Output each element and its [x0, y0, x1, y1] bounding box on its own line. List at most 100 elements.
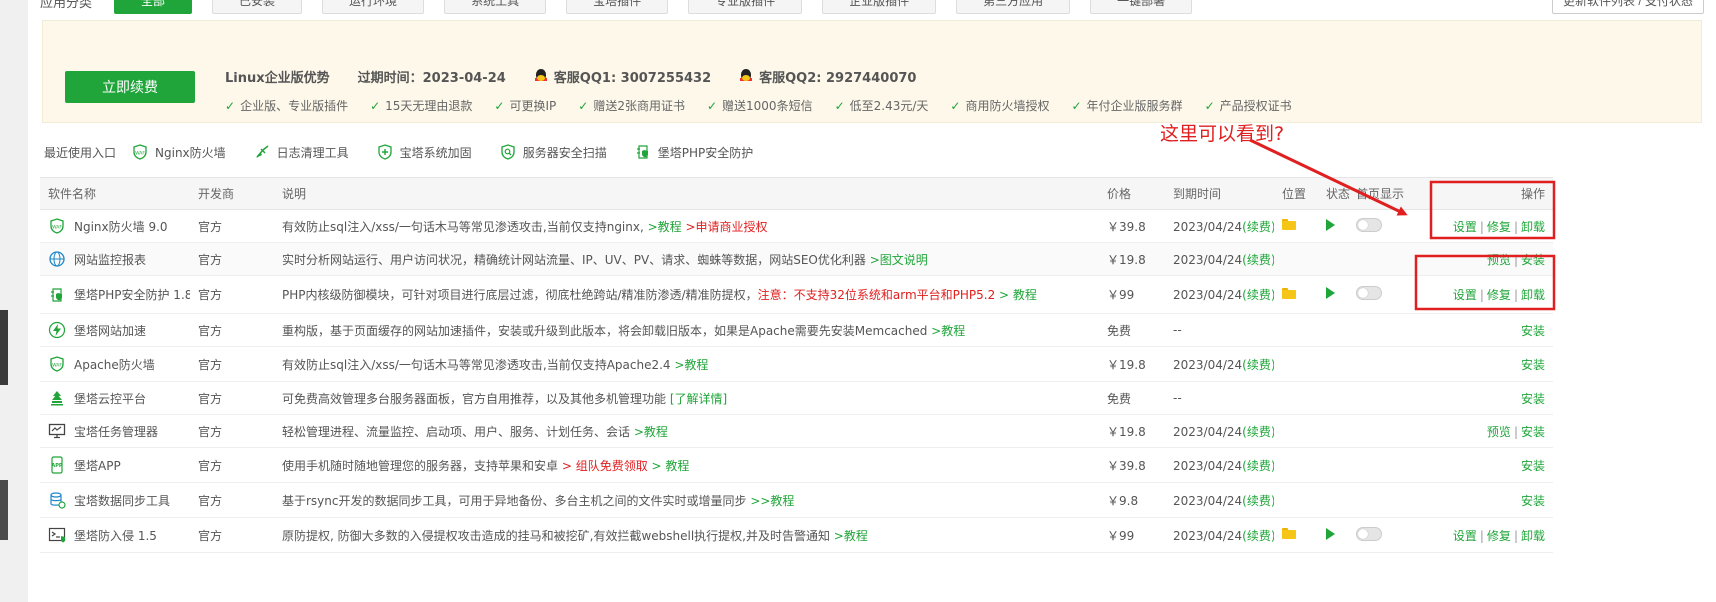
header-expire[interactable]: 到期时间 [1165, 177, 1274, 210]
cell-status [1318, 313, 1348, 347]
header-ops: 操作 [1423, 177, 1553, 210]
cell-dev: 官方 [190, 517, 274, 553]
op-link[interactable]: 修复 [1487, 529, 1511, 543]
desc-tutorial-link[interactable]: > 教程 [648, 459, 690, 473]
cell-dev: 官方 [190, 209, 274, 243]
home-display-toggle[interactable] [1356, 217, 1382, 232]
category-btn-2[interactable]: 运行环境 [322, 0, 425, 14]
renew-link[interactable]: (续费) [1242, 494, 1274, 508]
op-link[interactable]: 修复 [1487, 220, 1511, 234]
desc-link[interactable]: >>教程 [747, 494, 794, 508]
qq-penguin-icon [534, 69, 548, 84]
desc-warning[interactable]: > 组队免费领取 [558, 459, 648, 473]
desc-link[interactable]: >教程 [644, 220, 682, 234]
play-icon[interactable] [1326, 218, 1335, 231]
folder-icon[interactable] [1282, 287, 1296, 299]
recent-item-4[interactable]: 堡塔PHP安全防护 [635, 144, 753, 161]
op-link[interactable]: 预览 [1487, 425, 1511, 439]
category-btn-7[interactable]: 第三方应用 [956, 0, 1071, 14]
table-row: APP 堡塔APP 官方 使用手机随时随地管理您的服务器，支持苹果和安卓 > 组队免费… [40, 447, 1553, 483]
desc-text: 有效防止sql注入/xss/一句话木马等常见渗透攻击,当前仅支持Apache2.… [282, 357, 671, 372]
promo-feature: ✓ 赠送1000条短信 [707, 97, 813, 114]
header-price[interactable]: 价格 [1099, 177, 1165, 210]
recent-item-1[interactable]: 日志清理工具 [254, 144, 349, 161]
op-link[interactable]: 修复 [1487, 288, 1511, 302]
header-name[interactable]: 软件名称 [40, 177, 190, 210]
desc-link[interactable]: >图文说明 [866, 253, 928, 267]
play-icon[interactable] [1326, 287, 1335, 299]
cell-name[interactable]: 网站监控报表 [40, 242, 190, 276]
op-link[interactable]: 安装 [1521, 494, 1545, 508]
category-btn-6[interactable]: 企业版插件 [822, 0, 937, 14]
desc-link[interactable]: >教程 [630, 425, 668, 439]
renew-link[interactable]: (续费) [1242, 288, 1274, 302]
cell-dev: 官方 [190, 482, 274, 518]
cell-name[interactable]: 堡塔PHP安全防护 1.8 [40, 275, 190, 314]
renew-link[interactable]: (续费) [1242, 220, 1274, 234]
folder-icon[interactable] [1282, 528, 1296, 539]
home-display-toggle[interactable] [1356, 286, 1382, 300]
cell-home [1348, 275, 1423, 314]
op-link[interactable]: 设置 [1453, 288, 1477, 302]
cell-location [1274, 275, 1318, 314]
renew-link[interactable]: (续费) [1242, 459, 1274, 473]
cell-ops: 设置 | 修复 | 卸载 [1423, 275, 1553, 314]
cell-name[interactable]: 宝塔数据同步工具 [40, 482, 190, 518]
op-link[interactable]: 卸载 [1521, 288, 1545, 302]
desc-tutorial-link[interactable]: > 教程 [995, 288, 1037, 302]
desc-link[interactable]: >教程 [671, 358, 708, 372]
op-link[interactable]: 安装 [1521, 253, 1545, 267]
cell-name[interactable]: WAF Apache防火墙 [40, 346, 190, 382]
op-link[interactable]: 安装 [1521, 392, 1545, 406]
cell-desc: 原防提权, 防御大多数的入侵提权攻击造成的挂马和被挖矿,有效拦截webshell… [274, 517, 1099, 553]
folder-icon[interactable] [1282, 219, 1296, 230]
op-link[interactable]: 设置 [1453, 529, 1477, 543]
recent-item-2[interactable]: 宝塔系统加固 [377, 144, 472, 161]
desc-link[interactable]: [了解详情] [666, 392, 727, 406]
promo-feature-text: 可更换IP [509, 99, 557, 113]
category-btn-4[interactable]: 宝塔插件 [566, 0, 669, 14]
home-display-toggle[interactable] [1356, 526, 1382, 541]
category-btn-3[interactable]: 系统工具 [444, 0, 547, 14]
renew-button[interactable]: 立即续费 [65, 71, 195, 103]
recent-item-0[interactable]: WAF Nginx防火墙 [132, 144, 226, 161]
cell-name[interactable]: 堡塔云控平台 [40, 381, 190, 415]
op-link[interactable]: 卸载 [1521, 529, 1545, 543]
cell-name[interactable]: WAF Nginx防火墙 9.0 [40, 209, 190, 243]
category-btn-8[interactable]: 一键部署 [1090, 0, 1193, 14]
category-btn-0[interactable]: 全部 [114, 0, 193, 14]
op-link[interactable]: 安装 [1521, 425, 1545, 439]
play-icon[interactable] [1326, 527, 1335, 540]
cell-name[interactable]: 堡塔网站加速 [40, 313, 190, 347]
recent-item-label: 服务器安全扫描 [522, 145, 607, 160]
desc-warning[interactable]: >申请商业授权 [682, 220, 767, 234]
renew-link[interactable]: (续费) [1242, 529, 1274, 543]
cell-name[interactable]: APP 堡塔APP [40, 447, 190, 483]
app-phone-icon: APP [48, 456, 66, 474]
cell-name[interactable]: 堡塔防入侵 1.5 [40, 517, 190, 553]
cell-name[interactable]: 宝塔任务管理器 [40, 414, 190, 448]
plugin-name-text: Apache防火墙 [74, 357, 155, 372]
renew-link[interactable]: (续费) [1242, 358, 1274, 372]
recent-item-3[interactable]: 服务器安全扫描 [500, 144, 607, 161]
desc-link[interactable]: >教程 [927, 324, 965, 338]
cell-desc: PHP内核级防御模块，可针对项目进行底层过滤，彻底杜绝跨站/精准防渗透/精准防提… [274, 275, 1099, 314]
renew-link[interactable]: (续费) [1242, 253, 1274, 267]
desc-warning[interactable]: 注意：不支持32位系统和arm平台和PHP5.2 [758, 288, 996, 302]
op-link[interactable]: 预览 [1487, 253, 1511, 267]
sidebar-edge [0, 310, 8, 385]
op-link[interactable]: 卸载 [1521, 220, 1545, 234]
update-software-list-button[interactable]: 更新软件列表 / 支付状态 [1551, 0, 1704, 14]
renew-link[interactable]: (续费) [1242, 425, 1274, 439]
op-link[interactable]: 安装 [1521, 358, 1545, 372]
op-link[interactable]: 设置 [1453, 220, 1477, 234]
desc-link[interactable]: >教程 [830, 529, 868, 543]
category-btn-5[interactable]: 专业版插件 [688, 0, 803, 14]
qq-contact-1[interactable]: 客服QQ1: 3007255432 [534, 67, 711, 86]
op-link[interactable]: 安装 [1521, 459, 1545, 473]
category-btn-1[interactable]: 已安装 [212, 0, 303, 14]
cell-price: ￥19.8 [1099, 242, 1165, 276]
recent-item-label: Nginx防火墙 [155, 145, 226, 160]
qq-contact-2[interactable]: 客服QQ2: 2927440070 [739, 67, 916, 86]
op-link[interactable]: 安装 [1521, 324, 1545, 338]
